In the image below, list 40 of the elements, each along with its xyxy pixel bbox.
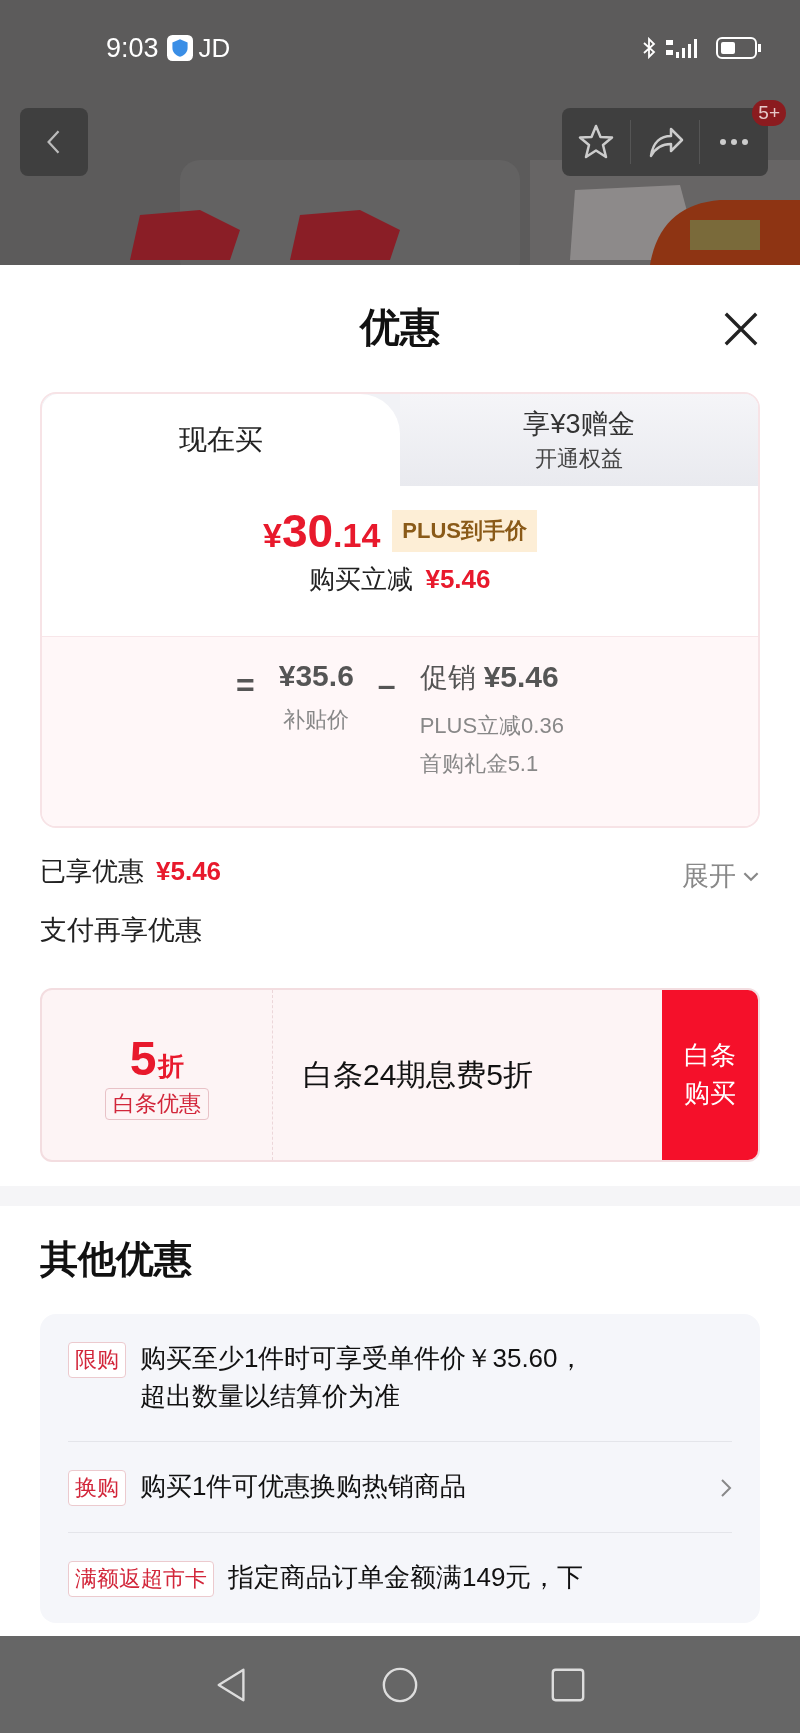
notification-badge: 5+	[752, 100, 786, 126]
section-title: 其他优惠	[39, 1237, 193, 1282]
battery-icon	[716, 36, 762, 60]
final-price: ¥30.14	[262, 504, 381, 558]
offer-text: 购买1件可优惠换购热销商品	[140, 1470, 467, 1504]
shield-icon	[166, 35, 193, 61]
subsidy-price: ¥35.6	[278, 659, 354, 693]
promo-label: 促销	[419, 661, 476, 695]
promo-detail: PLUS立减0.36	[419, 712, 564, 740]
tab[interactable]: 享¥3赠金 开通权益	[400, 394, 758, 486]
expand-button[interactable]: 展开	[682, 858, 760, 894]
status-time: 9:03	[106, 32, 159, 64]
offer-tag: 限购	[68, 1342, 126, 1378]
close-button[interactable]	[722, 310, 760, 348]
tab[interactable]: 现在买	[42, 394, 400, 486]
enjoyed-amount: ¥5.46	[156, 855, 222, 887]
sheet-title: 优惠	[360, 304, 440, 351]
subsidy-label: 补贴价	[283, 706, 350, 734]
offer-text: 购买至少1件时可享受单件价￥35.60，超出数量以结算价为准	[140, 1342, 585, 1413]
promo-amount: ¥5.46	[483, 660, 559, 694]
home-icon[interactable]	[381, 1665, 419, 1704]
promo-detail: 首购礼金5.1	[419, 750, 539, 778]
enjoyed-label: 已享优惠	[40, 854, 144, 888]
offer-tag: 白条优惠	[105, 1087, 209, 1120]
chevron-down-icon	[742, 870, 760, 882]
minus-sign: –	[377, 667, 396, 704]
reduction-label: 购买立减	[309, 563, 414, 596]
section-title: 支付再享优惠	[39, 914, 203, 947]
offer-tag: 换购	[68, 1470, 126, 1507]
app-name: JD	[198, 32, 231, 64]
offer-text: 指定商品订单金额满149元，下	[228, 1561, 584, 1595]
bluetooth-icon	[642, 37, 656, 59]
equals-sign: =	[236, 667, 255, 704]
offer-tag: 满额返超市卡	[68, 1561, 214, 1598]
discount-value: 5折	[129, 1030, 185, 1086]
reduction-amount: ¥5.46	[425, 564, 491, 595]
chevron-right-icon[interactable]	[720, 1478, 732, 1499]
offer-description: 白条24期息费5折	[302, 1056, 535, 1093]
buy-button[interactable]: 白条购买	[662, 990, 758, 1160]
price-badge: PLUS到手价	[392, 510, 537, 552]
